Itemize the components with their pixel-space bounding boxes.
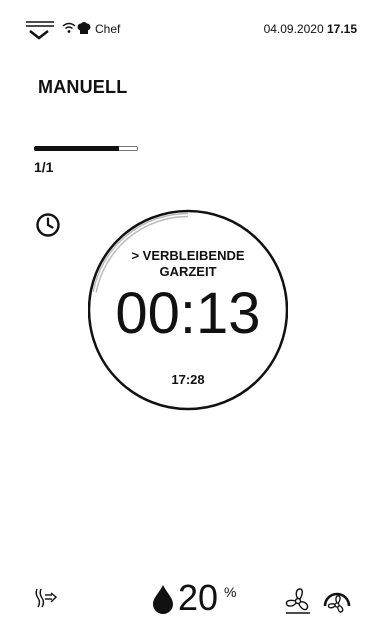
humidity-value[interactable]: 20 — [178, 580, 218, 616]
fan-speed-gauge-icon[interactable] — [322, 586, 352, 616]
status-bar: Chef 04.09.2020 17.15 — [0, 0, 366, 40]
remaining-time-label-line1: > VERBLEIBENDE — [131, 248, 245, 263]
wifi-icon — [62, 22, 76, 33]
remaining-time-label-line2: GARZEIT — [159, 264, 217, 279]
step-indicator: 1/1 — [34, 159, 54, 175]
water-drop-icon — [153, 585, 173, 614]
clock-icon[interactable] — [35, 212, 61, 238]
remaining-time-label: > VERBLEIBENDE GARZEIT — [120, 248, 256, 280]
progress-fill — [34, 146, 120, 151]
steam-icon[interactable] — [34, 586, 60, 610]
step-progress-bar — [34, 145, 138, 153]
remaining-time-value: 00:13 — [115, 281, 261, 346]
menu-chevron-icon[interactable] — [26, 20, 60, 44]
date: 04.09.2020 — [263, 22, 324, 36]
end-time-value: 17:28 — [171, 372, 205, 387]
humidity-unit: % — [224, 584, 237, 600]
fan-icon[interactable] — [284, 587, 312, 615]
clock-time: 17.15 — [326, 22, 357, 36]
profile-name[interactable]: Chef — [95, 22, 120, 36]
date-time: 04.09.2020 17.15 — [264, 22, 357, 36]
chef-hat-icon — [77, 22, 91, 34]
program-title: MANUELL — [38, 77, 128, 97]
